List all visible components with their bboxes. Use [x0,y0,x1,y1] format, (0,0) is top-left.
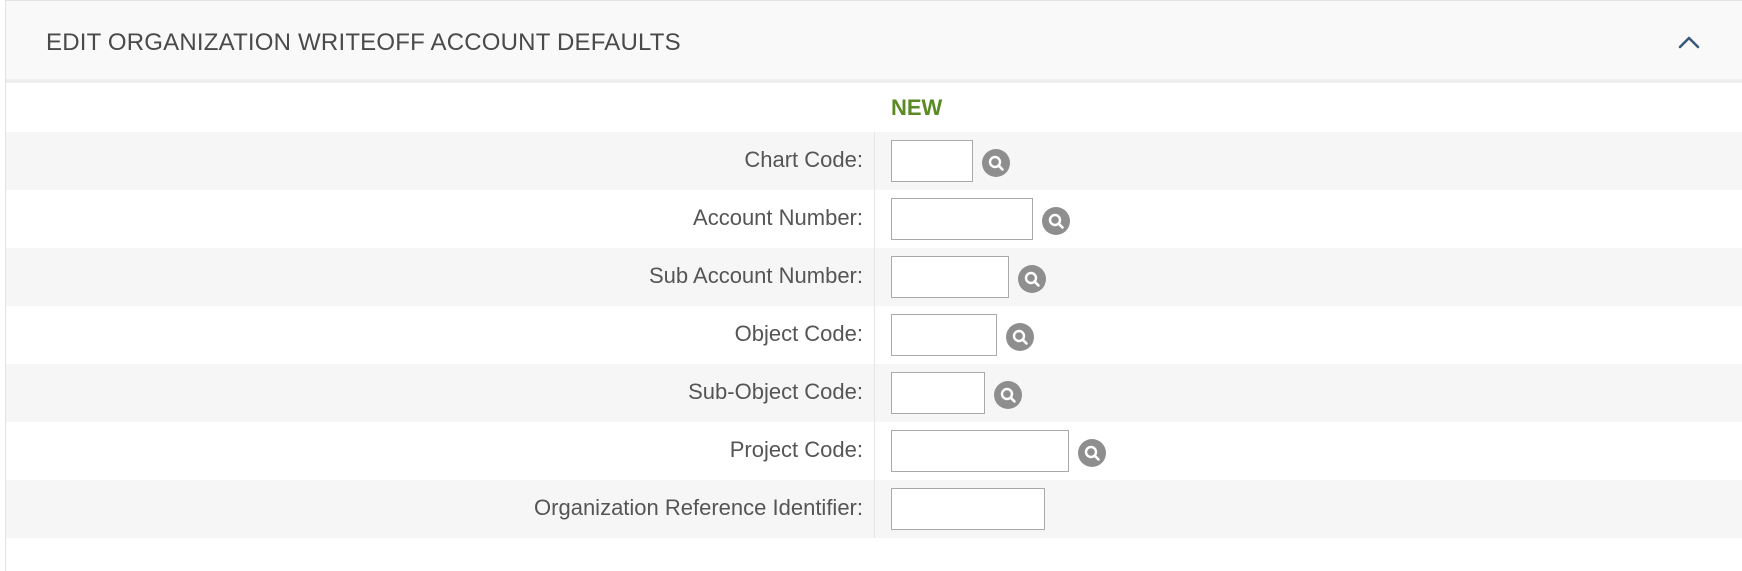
sub-object-code-lookup-button[interactable] [994,381,1022,409]
sub-object-code-label: Sub-Object Code: [688,379,863,404]
form-row-sub-object-code: Sub-Object Code: [6,364,1742,422]
chevron-up-icon [1678,36,1700,49]
new-column-label: NEW [891,95,943,120]
panel-title: EDIT ORGANIZATION WRITEOFF ACCOUNT DEFAU… [46,29,681,56]
form-row-account-number: Account Number: [6,190,1742,248]
project-code-input[interactable] [891,430,1069,472]
search-icon [988,155,1004,171]
project-code-label: Project Code: [729,437,863,462]
search-icon [1012,329,1028,345]
search-icon [1024,271,1040,287]
search-icon [1048,213,1064,229]
project-code-lookup-button[interactable] [1078,439,1106,467]
search-icon [1084,445,1100,461]
collapse-button[interactable] [1676,29,1702,55]
form-row-organization-reference-identifier: Organization Reference Identifier: [6,480,1742,538]
object-code-lookup-button[interactable] [1006,323,1034,351]
chart-code-input[interactable] [891,140,973,182]
sub-account-number-label: Sub Account Number: [648,263,863,288]
account-number-input[interactable] [891,198,1033,240]
column-divider [874,306,875,364]
column-divider [874,480,875,538]
column-divider [874,364,875,422]
column-divider [874,132,875,190]
form-rows: Chart Code: Account Number: Sub Account … [6,132,1742,538]
column-divider [874,248,875,306]
writeoff-defaults-panel: EDIT ORGANIZATION WRITEOFF ACCOUNT DEFAU… [5,0,1742,571]
chart-code-lookup-button[interactable] [982,149,1010,177]
form-row-object-code: Object Code: [6,306,1742,364]
organization-reference-identifier-label: Organization Reference Identifier: [534,495,863,520]
sub-account-number-input[interactable] [891,256,1009,298]
object-code-input[interactable] [891,314,997,356]
form-row-project-code: Project Code: [6,422,1742,480]
chart-code-label: Chart Code: [744,147,863,172]
object-code-label: Object Code: [734,321,863,346]
account-number-label: Account Number: [693,205,863,230]
organization-reference-identifier-input[interactable] [891,488,1045,530]
column-divider [874,190,875,248]
search-icon [1000,387,1016,403]
panel-header: EDIT ORGANIZATION WRITEOFF ACCOUNT DEFAU… [6,1,1742,83]
column-divider [874,422,875,480]
form-row-sub-account-number: Sub Account Number: [6,248,1742,306]
sub-object-code-input[interactable] [891,372,985,414]
account-number-lookup-button[interactable] [1042,207,1070,235]
sub-account-number-lookup-button[interactable] [1018,265,1046,293]
form-row-chart-code: Chart Code: [6,132,1742,190]
column-header-row: NEW [6,83,1742,132]
